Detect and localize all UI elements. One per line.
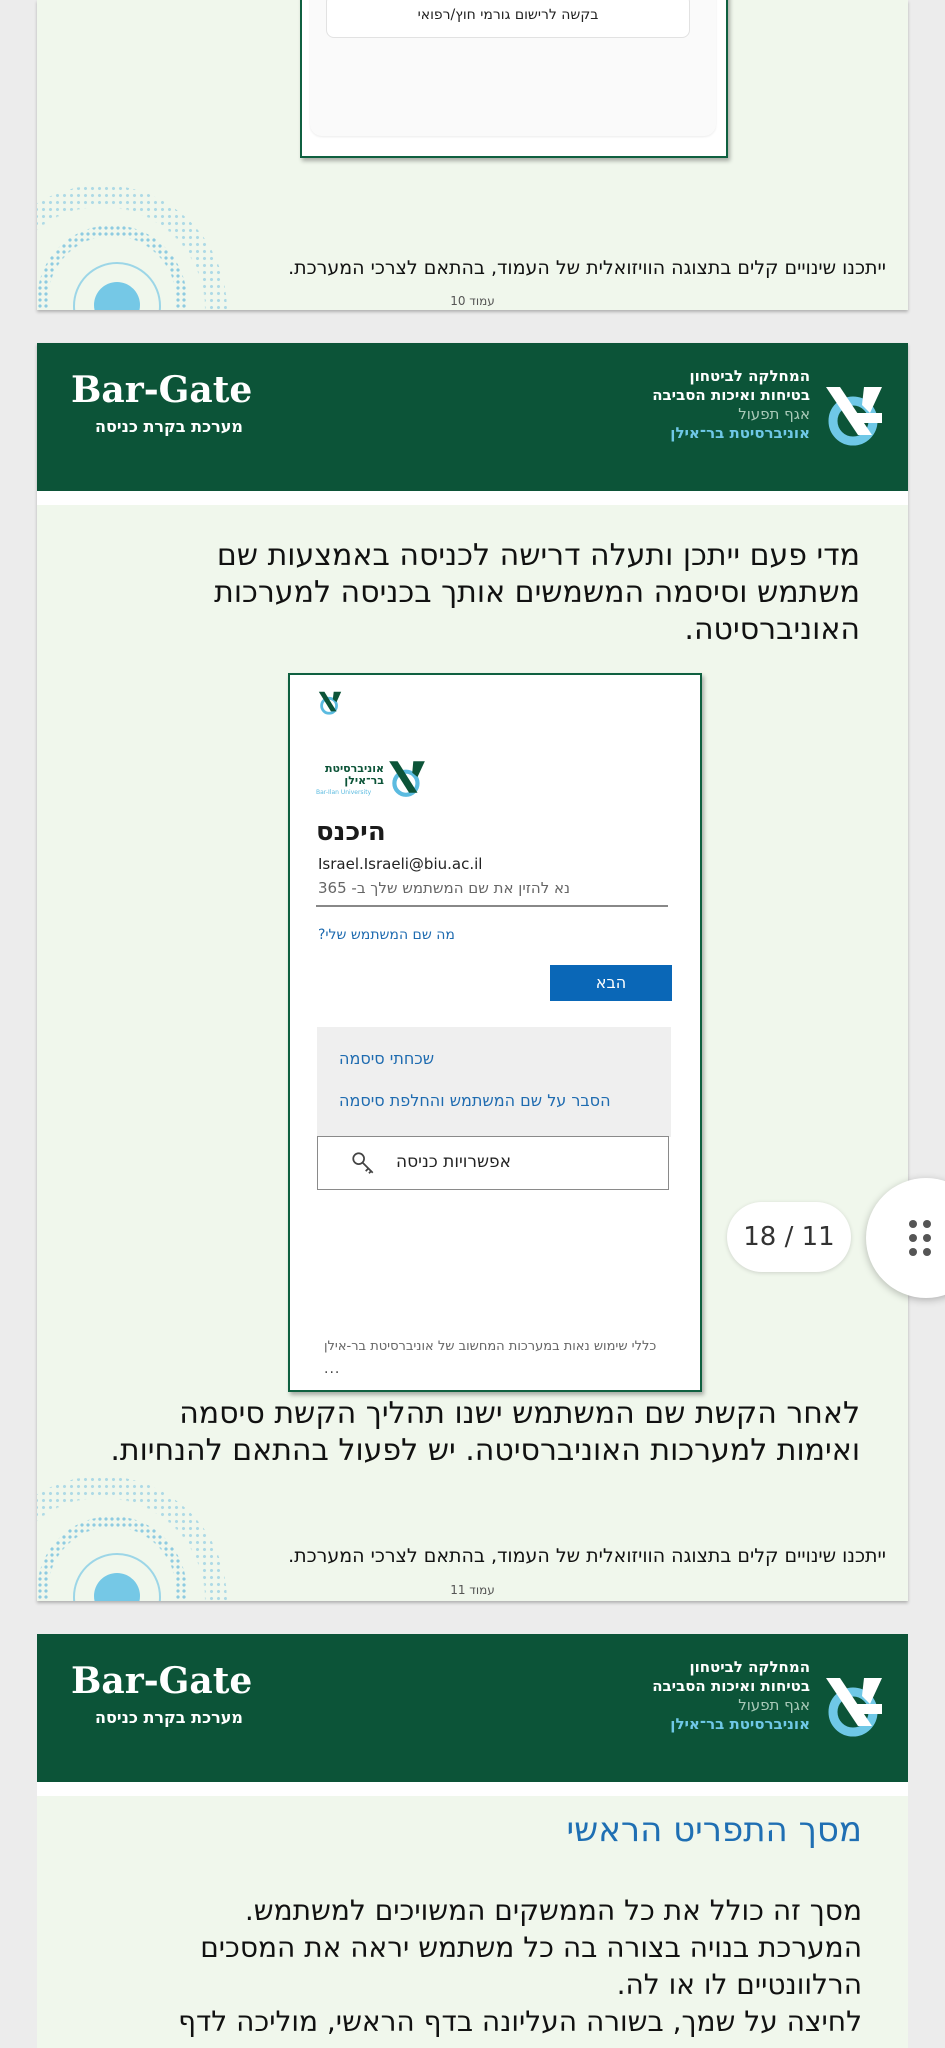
dept-line-4: אוניברסיטת בר־אילן <box>670 424 810 442</box>
signin-options-button[interactable]: אפשרויות כניסה <box>317 1136 669 1190</box>
next-button[interactable]: הבא <box>550 965 672 1001</box>
university-logo-icon <box>826 387 882 446</box>
signin-screenshot: אוניברסיטת בר־אילן Bar-Ilan University ה… <box>288 673 702 1392</box>
inner-card: בקשה לרישום גורמי חוץ/רפואי <box>310 0 716 136</box>
whats-my-username-link[interactable]: מה שם המשתמש שלי? <box>318 927 455 943</box>
header-band: Bar-Gate מערכת בקרת כניסה המחלקה לביטחון… <box>37 1634 908 1782</box>
brand-title: Bar-Gate <box>71 369 253 411</box>
brand-title: Bar-Gate <box>71 1660 253 1702</box>
terms-link[interactable]: כללי שימוש נאות במערכות המחשוב של אוניבר… <box>324 1339 656 1354</box>
document-page-11: Bar-Gate מערכת בקרת כניסה המחלקה לביטחון… <box>37 343 908 1601</box>
grid-dots-icon <box>909 1220 931 1256</box>
logo-text-line2: בר־אילן <box>344 774 384 787</box>
signin-options-label: אפשרויות כניסה <box>396 1152 511 1172</box>
page-number: עמוד 10 <box>450 294 495 308</box>
username-input[interactable]: נא להזין את שם המשתמש שלך ב- 365 <box>316 871 668 907</box>
header-divider <box>37 1782 908 1796</box>
more-options-icon[interactable]: ... <box>324 1361 340 1377</box>
document-page-10: בקשה לרישום גורמי חוץ/רפואי ייתכנו שינוי… <box>37 0 908 310</box>
footnote: ייתכנו שינויים קלים בתצוגה הוויזואלית של… <box>288 1545 886 1567</box>
dept-line-2: בטיחות ואיכות הסביבה <box>652 386 810 404</box>
document-page-12: Bar-Gate מערכת בקרת כניסה המחלקה לביטחון… <box>37 1634 908 2048</box>
page-counter: 18 / 11 <box>727 1202 851 1272</box>
dept-line-3: אגף תפעול <box>738 1696 810 1714</box>
bar-ilan-logo-icon <box>389 761 425 797</box>
paragraph-line-3: הרלוונטיים לו או לה. <box>616 1968 862 2001</box>
paragraph-line-2: המערכת בנויה בצורה בה כל משתמש יראה את ה… <box>200 1931 862 1964</box>
footnote: ייתכנו שינויים קלים בתצוגה הוויזואלית של… <box>288 257 886 279</box>
request-external-button[interactable]: בקשה לרישום גורמי חוץ/רפואי <box>326 0 690 38</box>
help-panel: שכחתי סיסמה הסבר על שם המשתמש והחלפת סיס… <box>317 1027 671 1137</box>
username-help-link[interactable]: הסבר על שם המשתמש והחלפת סיסמה <box>339 1091 611 1110</box>
logo-text: אוניברסיטת בר־אילן Bar-Ilan University <box>316 763 384 799</box>
page-number: עמוד 11 <box>450 1583 495 1597</box>
signin-heading: היכנס <box>316 817 386 847</box>
dept-line-3: אגף תפעול <box>738 405 810 423</box>
logo-text-line3: Bar-Ilan University <box>316 789 372 796</box>
dept-line-4: אוניברסיטת בר־אילן <box>670 1715 810 1733</box>
main-menu-paragraph: מסך זה כולל את כל הממשקים המשויכים למשתמ… <box>62 1892 862 2040</box>
forgot-password-link[interactable]: שכחתי סיסמה <box>339 1049 434 1068</box>
dept-line-1: המחלקה לביטחון <box>689 1658 810 1676</box>
section-title: מסך התפריט הראשי <box>566 1810 863 1850</box>
key-icon <box>352 1152 374 1174</box>
request-external-label: בקשה לרישום גורמי חוץ/רפואי <box>417 7 599 23</box>
paragraph-line-4: לחיצה על שמך, בשורה העליונה בדף הראשי, מ… <box>178 2005 862 2038</box>
university-logo-icon <box>826 1678 882 1737</box>
paragraph-line-1: מסך זה כולל את כל הממשקים המשויכים למשתמ… <box>244 1894 862 1927</box>
department-text: המחלקה לביטחון בטיחות ואיכות הסביבה אגף … <box>652 1658 810 1734</box>
header-divider <box>37 491 908 505</box>
after-paragraph: לאחר הקשת שם המשתמש ישנו תהליך הקשת סיסמ… <box>110 1396 860 1468</box>
small-logo-icon <box>318 691 342 715</box>
dept-line-2: בטיחות ואיכות הסביבה <box>652 1677 810 1695</box>
department-text: המחלקה לביטחון בטיחות ואיכות הסביבה אגף … <box>652 367 810 443</box>
screenshot-mockup: בקשה לרישום גורמי חוץ/רפואי <box>300 0 728 158</box>
brand-subtitle: מערכת בקרת כניסה <box>95 417 243 436</box>
username-placeholder: נא להזין את שם המשתמש שלך ב- 365 <box>318 879 571 897</box>
brand-subtitle: מערכת בקרת כניסה <box>95 1708 243 1727</box>
intro-paragraph: מדי פעם ייתכן ותעלה דרישה לכניסה באמצעות… <box>214 538 860 647</box>
header-band: Bar-Gate מערכת בקרת כניסה המחלקה לביטחון… <box>37 343 908 491</box>
dept-line-1: המחלקה לביטחון <box>689 367 810 385</box>
